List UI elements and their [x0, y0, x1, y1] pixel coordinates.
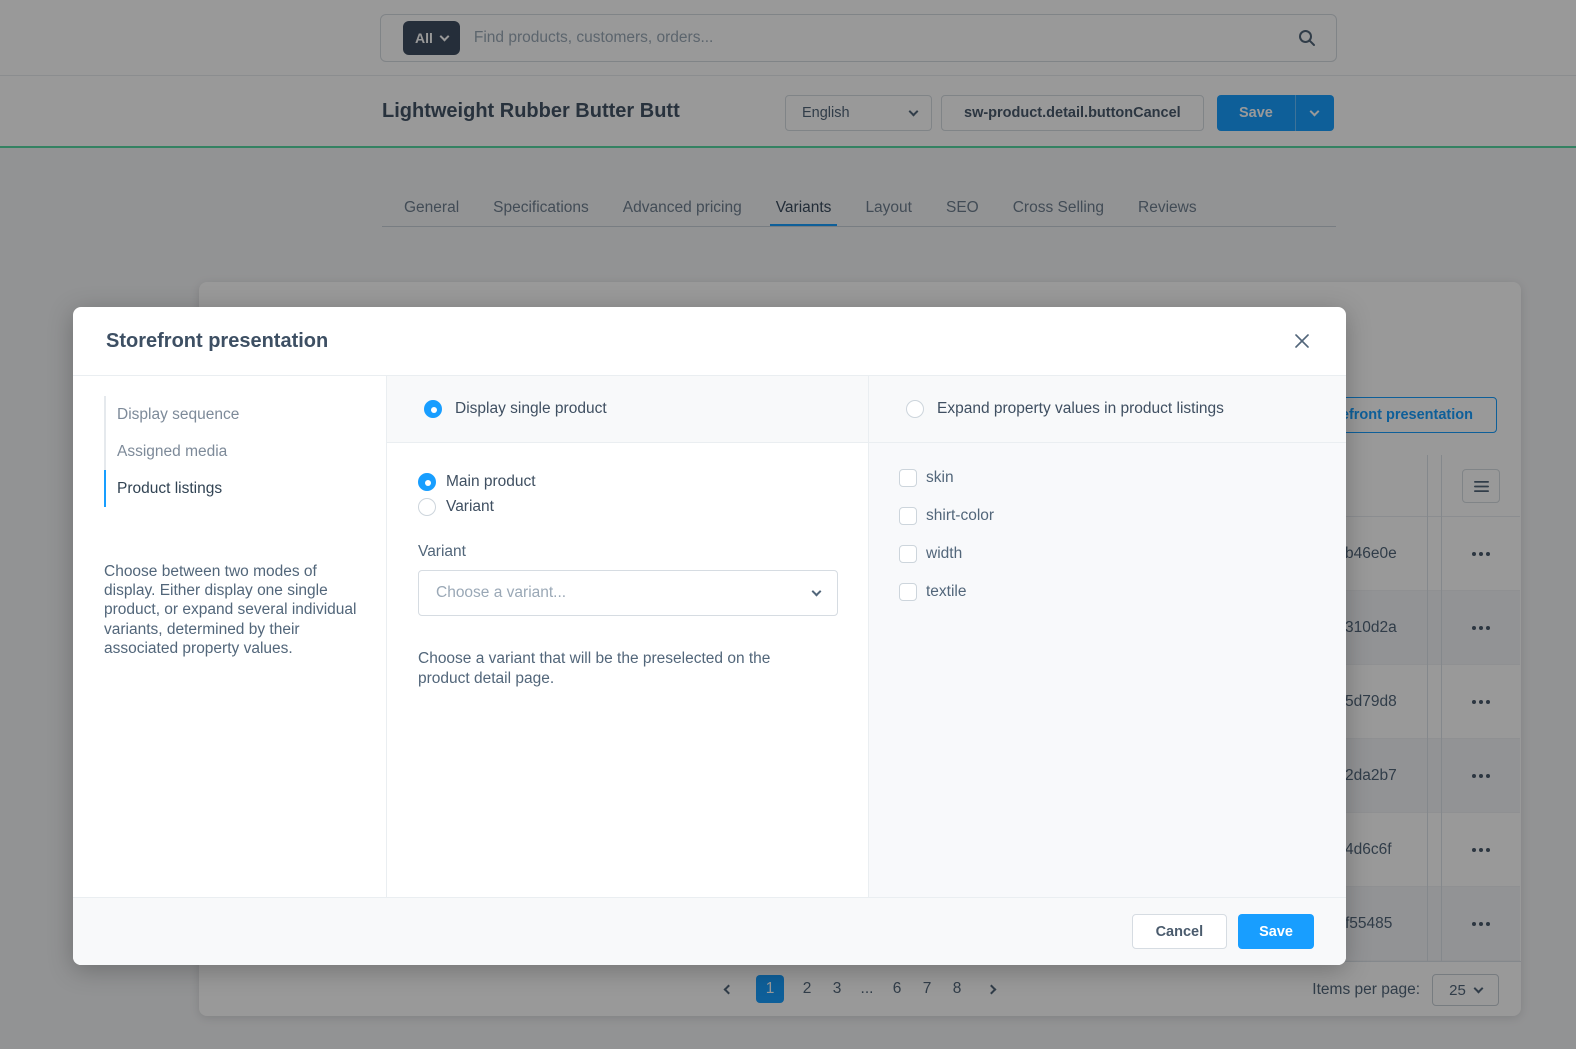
variant-select[interactable]: Choose a variant...: [418, 570, 838, 616]
variant-select-placeholder: Choose a variant...: [436, 584, 566, 602]
shirt-color-checkbox[interactable]: [899, 507, 917, 525]
expand-properties-label: Expand property values in product listin…: [937, 400, 1224, 418]
variant-label: Variant: [446, 498, 494, 516]
main-product-option: Main product: [418, 473, 837, 491]
variant-option: Variant: [418, 498, 837, 516]
modal-sidebar: Display sequence Assigned media Product …: [73, 376, 387, 897]
nav-item-display-sequence[interactable]: Display sequence: [104, 396, 386, 433]
nav-item-product-listings[interactable]: Product listings: [104, 470, 386, 507]
expand-properties-header: Expand property values in product listin…: [869, 376, 1346, 443]
expand-properties-column: Expand property values in product listin…: [869, 376, 1346, 897]
shirt-color-label: shirt-color: [926, 507, 994, 525]
property-row-width: width: [899, 545, 1346, 563]
skin-label: skin: [926, 469, 954, 487]
variant-field-label: Variant: [418, 543, 837, 561]
mode-description: Choose between two modes of display. Eit…: [104, 562, 358, 658]
nav-item-assigned-media[interactable]: Assigned media: [104, 433, 386, 470]
main-product-radio[interactable]: [418, 473, 436, 491]
chevron-down-icon: [812, 586, 822, 596]
skin-checkbox[interactable]: [899, 469, 917, 487]
save-button[interactable]: Save: [1238, 914, 1314, 949]
properties-list: skin shirt-color width textile: [869, 443, 1346, 621]
modal-title: Storefront presentation: [106, 330, 328, 353]
modal-header: Storefront presentation: [73, 307, 1346, 376]
display-single-product-label: Display single product: [455, 400, 607, 418]
single-product-column: Display single product Main product Vari…: [387, 376, 869, 897]
textile-checkbox[interactable]: [899, 583, 917, 601]
single-product-header: Display single product: [387, 376, 868, 443]
variant-helper-text: Choose a variant that will be the presel…: [418, 649, 820, 688]
property-row-textile: textile: [899, 583, 1346, 601]
variant-radio[interactable]: [418, 498, 436, 516]
display-single-product-radio[interactable]: [424, 400, 442, 418]
modal-body: Display sequence Assigned media Product …: [73, 376, 1346, 897]
storefront-presentation-modal: Storefront presentation Display sequence…: [73, 307, 1346, 965]
main-product-label: Main product: [446, 473, 536, 491]
expand-properties-radio[interactable]: [906, 400, 924, 418]
property-row-skin: skin: [899, 469, 1346, 487]
modal-footer: Cancel Save: [73, 897, 1346, 965]
close-icon[interactable]: [1291, 330, 1313, 352]
screen: All Lightweight Rubber Butter Butt Engli…: [0, 0, 1576, 1049]
single-product-body: Main product Variant Variant Choose a va…: [387, 443, 868, 688]
modal-nav: Display sequence Assigned media Product …: [104, 396, 386, 507]
width-checkbox[interactable]: [899, 545, 917, 563]
property-row-shirt-color: shirt-color: [899, 507, 1346, 525]
cancel-button[interactable]: Cancel: [1132, 914, 1228, 949]
textile-label: textile: [926, 583, 967, 601]
width-label: width: [926, 545, 962, 563]
